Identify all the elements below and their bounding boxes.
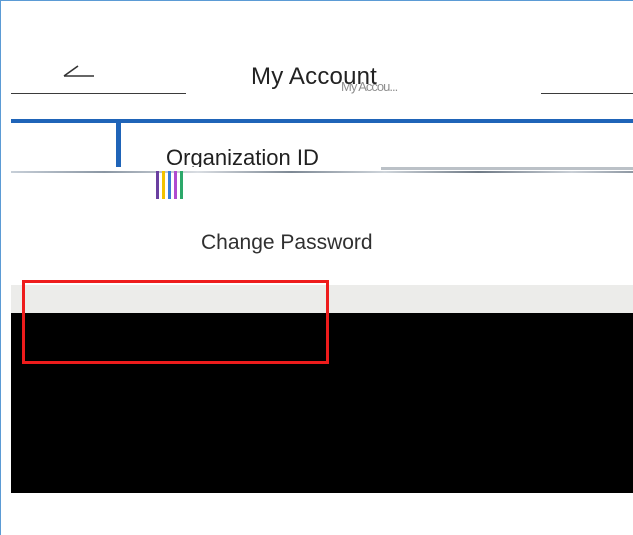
change-password-link[interactable]: Change Password — [201, 231, 373, 255]
organization-id-label: Organization ID — [166, 145, 319, 167]
arrow-left-icon — [62, 62, 96, 87]
section-top-border — [11, 119, 633, 123]
render-artifact-stripes — [156, 171, 186, 199]
stripe — [168, 171, 171, 199]
header-divider-left — [11, 93, 186, 94]
stripe — [174, 171, 177, 199]
stripe — [180, 171, 183, 199]
render-artifact-divider — [11, 171, 633, 173]
page-title-ghost: My Accou... — [341, 79, 398, 94]
stripe — [156, 171, 159, 199]
back-button[interactable] — [59, 59, 99, 89]
app-window: My Account My Accou... Organization ID C… — [0, 0, 633, 535]
section-active-marker — [116, 119, 121, 167]
render-artifact-line — [381, 167, 633, 170]
header-divider-right — [541, 93, 633, 94]
highlighted-menu-item[interactable] — [22, 280, 329, 364]
stripe — [162, 171, 165, 199]
